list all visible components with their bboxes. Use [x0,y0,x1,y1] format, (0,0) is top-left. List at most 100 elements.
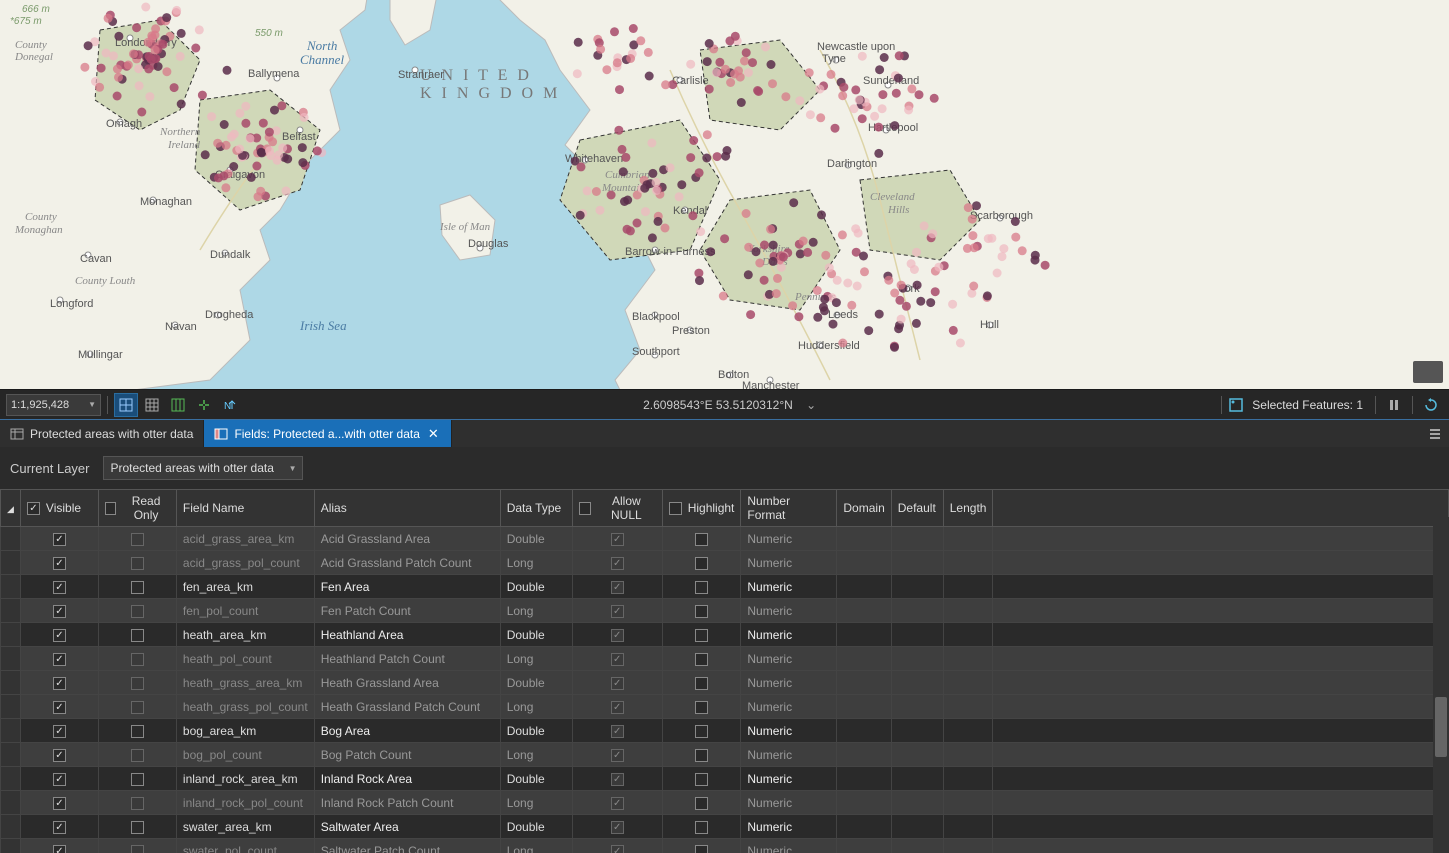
checkbox[interactable] [53,797,66,810]
cell-highlight[interactable] [662,839,741,853]
cell-number-format[interactable]: Numeric [741,767,837,791]
checkbox[interactable] [53,605,66,618]
panel-menu-button[interactable] [1421,420,1449,447]
row-header[interactable] [1,575,21,599]
cell-readonly[interactable] [98,719,176,743]
cell-allow-null[interactable] [572,599,662,623]
cell-field-name[interactable]: heath_pol_count [176,647,314,671]
cell-domain[interactable] [837,623,891,647]
cell-default[interactable] [891,599,943,623]
cell-readonly[interactable] [98,599,176,623]
vertical-scrollbar[interactable] [1433,517,1449,853]
cell-highlight[interactable] [662,671,741,695]
row-header[interactable] [1,599,21,623]
cell-visible[interactable] [20,671,98,695]
checkbox[interactable] [611,533,624,546]
map-view[interactable]: 666 m *675 m 550 m County Donegal Northe… [0,0,1449,389]
checkbox[interactable] [131,773,144,786]
cell-number-format[interactable]: Numeric [741,623,837,647]
cell-data-type[interactable]: Double [500,623,572,647]
cell-highlight[interactable] [662,647,741,671]
cell-default[interactable] [891,815,943,839]
cell-allow-null[interactable] [572,815,662,839]
checkbox[interactable] [53,725,66,738]
cell-alias[interactable]: Heathland Area [314,623,500,647]
table-row[interactable]: inland_rock_area_kmInland Rock AreaDoubl… [1,767,1449,791]
table-row[interactable]: acid_grass_pol_countAcid Grassland Patch… [1,551,1449,575]
cell-default[interactable] [891,695,943,719]
cell-highlight[interactable] [662,743,741,767]
cell-length[interactable] [943,719,993,743]
cell-domain[interactable] [837,743,891,767]
checkbox[interactable] [695,749,708,762]
coordinates-readout[interactable]: 2.6098543°E 53.5120312°N ⌄ [244,398,1215,412]
cell-data-type[interactable]: Long [500,647,572,671]
checkbox[interactable] [669,502,682,515]
cell-number-format[interactable]: Numeric [741,719,837,743]
cell-visible[interactable] [20,719,98,743]
grid-green-button[interactable] [166,393,190,417]
cell-field-name[interactable]: swater_pol_count [176,839,314,853]
cell-alias[interactable]: Fen Area [314,575,500,599]
checkbox[interactable] [611,749,624,762]
table-row[interactable]: fen_pol_countFen Patch CountLongNumeric [1,599,1449,623]
checkbox[interactable] [131,749,144,762]
checkbox[interactable] [131,533,144,546]
cell-default[interactable] [891,647,943,671]
cell-number-format[interactable]: Numeric [741,743,837,767]
cell-number-format[interactable]: Numeric [741,815,837,839]
cell-highlight[interactable] [662,695,741,719]
scroll-thumb[interactable] [1435,697,1447,757]
scale-combo[interactable]: 1:1,925,428 ▼ [6,394,101,416]
cell-default[interactable] [891,623,943,647]
cell-visible[interactable] [20,527,98,551]
checkbox[interactable] [695,533,708,546]
cell-default[interactable] [891,575,943,599]
checkbox[interactable] [53,581,66,594]
header-field-name[interactable]: Field Name [176,490,314,527]
cell-readonly[interactable] [98,839,176,853]
row-header[interactable] [1,695,21,719]
cell-number-format[interactable]: Numeric [741,695,837,719]
cell-visible[interactable] [20,551,98,575]
cell-data-type[interactable]: Double [500,719,572,743]
checkbox[interactable] [695,629,708,642]
cell-length[interactable] [943,647,993,671]
cell-alias[interactable]: Heath Grassland Patch Count [314,695,500,719]
cell-field-name[interactable]: inland_rock_pol_count [176,791,314,815]
cell-alias[interactable]: Saltwater Patch Count [314,839,500,853]
cell-field-name[interactable]: bog_pol_count [176,743,314,767]
checkbox[interactable] [131,701,144,714]
checkbox[interactable] [611,581,624,594]
cell-allow-null[interactable] [572,839,662,853]
cell-default[interactable] [891,719,943,743]
header-allow-null[interactable]: Allow NULL [572,490,662,527]
cell-visible[interactable] [20,599,98,623]
cell-length[interactable] [943,599,993,623]
cell-field-name[interactable]: swater_area_km [176,815,314,839]
table-row[interactable]: heath_grass_pol_countHeath Grassland Pat… [1,695,1449,719]
map-canvas[interactable]: 666 m *675 m 550 m County Donegal Northe… [0,0,1449,389]
cell-alias[interactable]: Bog Area [314,719,500,743]
cell-domain[interactable] [837,527,891,551]
checkbox[interactable] [611,821,624,834]
table-row[interactable]: bog_area_kmBog AreaDoubleNumeric [1,719,1449,743]
checkbox[interactable] [695,653,708,666]
cell-default[interactable] [891,839,943,853]
table-row[interactable]: heath_pol_countHeathland Patch CountLong… [1,647,1449,671]
checkbox[interactable] [53,557,66,570]
cell-field-name[interactable]: acid_grass_pol_count [176,551,314,575]
row-header[interactable] [1,791,21,815]
cell-length[interactable] [943,623,993,647]
dynamic-constraint-button[interactable]: N [218,393,242,417]
cell-readonly[interactable] [98,575,176,599]
cell-visible[interactable] [20,791,98,815]
cell-highlight[interactable] [662,719,741,743]
corner-cell[interactable]: ◢ [1,490,21,527]
header-number-format[interactable]: Number Format [741,490,837,527]
cell-field-name[interactable]: fen_area_km [176,575,314,599]
cell-domain[interactable] [837,575,891,599]
cell-domain[interactable] [837,647,891,671]
checkbox[interactable] [611,653,624,666]
checkbox[interactable] [611,677,624,690]
